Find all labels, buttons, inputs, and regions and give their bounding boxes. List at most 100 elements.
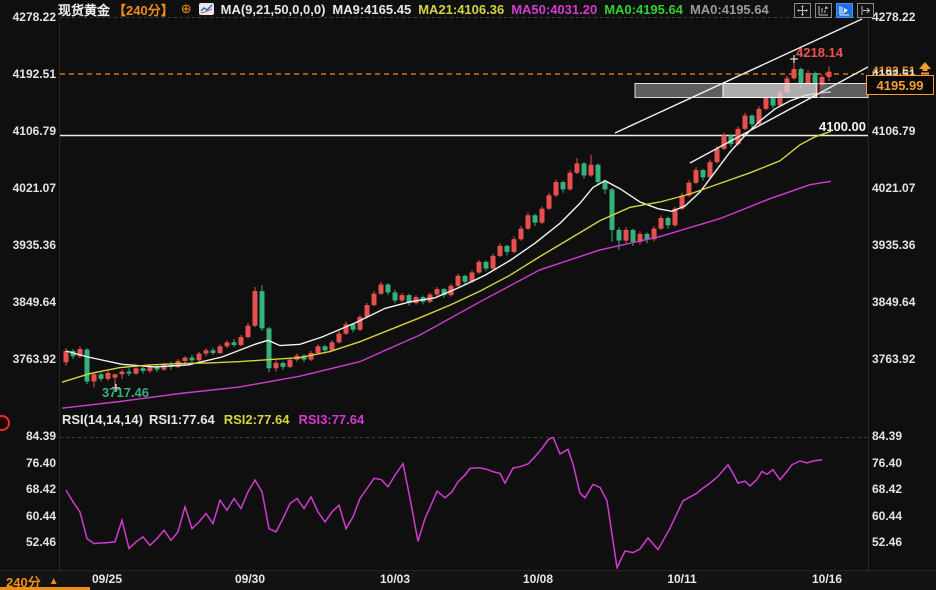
candle <box>505 245 510 256</box>
candle <box>106 371 111 381</box>
price-axis-label-right: 3935.36 <box>872 238 915 252</box>
candle <box>638 231 643 244</box>
candle <box>386 283 391 295</box>
price-axis-label-right: 3849.64 <box>872 295 915 309</box>
candle <box>827 66 832 81</box>
rsi-axis-label-right: 76.40 <box>872 456 902 470</box>
candle <box>701 169 706 181</box>
collapse-icon[interactable]: ⊕ <box>181 1 192 17</box>
candle <box>477 260 482 274</box>
move-icon[interactable] <box>794 3 811 18</box>
rsi-axis-label-left: 52.46 <box>0 535 56 549</box>
candle <box>400 293 405 302</box>
candle <box>547 193 552 210</box>
candle <box>358 315 363 331</box>
candle <box>491 254 496 270</box>
candle <box>260 285 265 331</box>
price-axis-label-right: 4021.07 <box>872 181 915 195</box>
candle <box>190 355 195 363</box>
candle <box>232 339 237 347</box>
swing-low-label: 3717.46 <box>102 386 149 400</box>
time-axis-label: 10/08 <box>510 572 566 586</box>
axis-scale-icon[interactable] <box>815 3 832 18</box>
candle <box>393 290 398 303</box>
candle <box>246 323 251 338</box>
candle <box>589 155 594 177</box>
candle <box>519 226 524 241</box>
candle <box>120 370 125 379</box>
candle <box>127 368 132 376</box>
candle <box>211 348 216 355</box>
candle <box>750 114 755 127</box>
candle <box>155 364 160 372</box>
price-chart-canvas[interactable] <box>0 0 936 590</box>
period-tag: 【240分】 <box>113 0 174 19</box>
candle <box>99 373 104 382</box>
candle <box>85 348 90 384</box>
trading-chart-window: 现货黄金 【240分】 ⊕ MA(9,21,50,0,0,0) MA9:4165… <box>0 0 936 590</box>
candle <box>253 287 258 327</box>
candle <box>659 215 664 230</box>
candle <box>498 243 503 257</box>
candle <box>337 331 342 344</box>
candle <box>526 213 531 230</box>
auto-scroll-icon[interactable] <box>836 3 853 18</box>
price-axis-label-left: 4192.51 <box>0 67 56 81</box>
price-axis-label-left: 4278.22 <box>0 10 56 24</box>
candle <box>561 181 566 193</box>
price-axis-label-right: 4278.22 <box>872 10 915 24</box>
rsi-axis-label-right: 60.44 <box>872 509 902 523</box>
candle <box>414 295 419 304</box>
candle <box>575 158 580 174</box>
price-axis-label-left: 4021.07 <box>0 181 56 195</box>
rsi-axis-label-left: 76.40 <box>0 456 56 470</box>
time-axis-label: 10/16 <box>799 572 855 586</box>
candle <box>281 362 286 370</box>
rsi3-value: RSI3:77.64 <box>298 412 364 427</box>
price-axis-label-right: 4106.79 <box>872 124 915 138</box>
chart-legend: 现货黄金 【240分】 ⊕ MA(9,21,50,0,0,0) MA9:4165… <box>58 1 769 17</box>
rsi1-value: RSI1:77.64 <box>149 412 215 427</box>
price-up-arrow-icon <box>917 62 933 81</box>
candle <box>197 352 202 362</box>
rsi-line <box>66 437 822 568</box>
candle <box>288 358 293 369</box>
ma-line-ma21 <box>62 131 831 382</box>
trendline-2[interactable] <box>690 67 868 163</box>
candle <box>484 261 489 272</box>
candle <box>379 282 384 295</box>
candle <box>568 170 573 191</box>
candle <box>540 207 545 224</box>
ma21-value: MA21:4106.36 <box>418 2 504 17</box>
candle <box>372 291 377 306</box>
hline-price-label: 4100.00 <box>790 120 866 134</box>
candle <box>134 367 139 375</box>
candle <box>274 360 279 371</box>
candle <box>596 163 601 185</box>
rsi-settings: RSI(14,14,14) <box>62 412 143 427</box>
rsi-axis-label-left: 60.44 <box>0 509 56 523</box>
candle <box>666 217 671 229</box>
ma-line-ma9 <box>66 92 831 367</box>
symbol-name: 现货黄金 <box>58 0 110 19</box>
rsi2-value: RSI2:77.64 <box>224 412 290 427</box>
candle <box>78 346 83 358</box>
candle <box>624 227 629 243</box>
ma0-value-b: MA0:4195.64 <box>690 2 769 17</box>
time-axis-label: 10/03 <box>367 572 423 586</box>
rsi-axis-label-left: 84.39 <box>0 429 56 443</box>
candle <box>92 372 97 387</box>
candle <box>533 214 538 226</box>
jump-latest-icon[interactable] <box>857 3 874 18</box>
candle <box>694 167 699 184</box>
candles <box>64 57 832 390</box>
candle <box>582 162 587 179</box>
candle <box>743 113 748 130</box>
candle <box>225 340 230 348</box>
ma9-value: MA9:4165.45 <box>332 2 411 17</box>
trendline-1[interactable] <box>615 19 862 133</box>
chart-thumbnail-icon[interactable] <box>199 3 214 15</box>
time-axis-label: 10/11 <box>654 572 710 586</box>
price-axis-label-right: 3763.92 <box>872 352 915 366</box>
candle <box>344 322 349 335</box>
